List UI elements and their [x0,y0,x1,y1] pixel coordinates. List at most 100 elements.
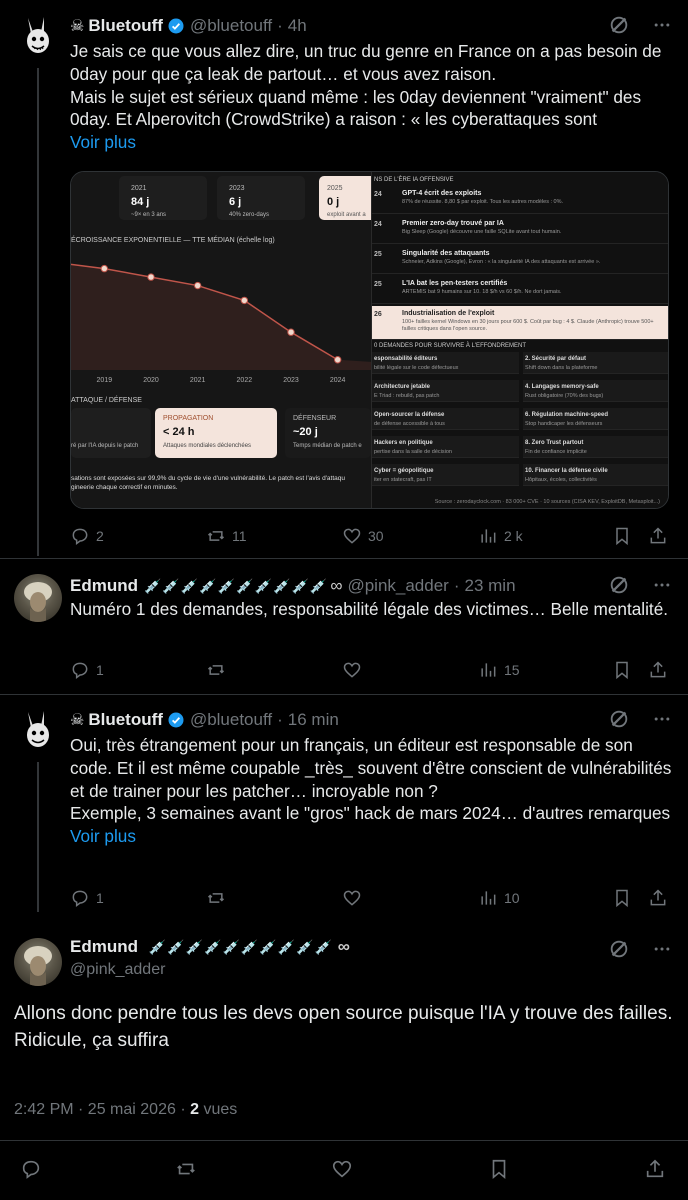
stat-value: 0 j [327,196,340,208]
thread-line [37,762,39,912]
more-options-icon[interactable] [652,15,672,35]
focus-meta: 2:42 PM · 25 mai 2026 · 2 vues [14,1101,237,1119]
views-button[interactable]: 15 [478,660,520,680]
reply-button[interactable]: 2 [70,526,104,546]
more-options-icon[interactable] [652,939,672,959]
share-button[interactable] [648,526,668,546]
defender-label: DÉFENSEUR [293,415,337,422]
reply-button[interactable] [20,1158,42,1180]
author-handle[interactable]: @bluetouff [190,16,272,36]
tweet-2[interactable]: Edmund 💉💉💉💉💉💉💉💉💉💉 ∞ @pink_adder · 23 min… [0,558,688,694]
stat-value: 6 j [229,196,242,208]
views-count: 10 [504,890,520,906]
demand-item: Cyber = géopolitique iter en statecraft, … [372,464,519,486]
thread-line [37,68,39,556]
grok-icon[interactable] [608,574,630,596]
demand-title: Hackers en politique [374,440,433,446]
author-handle[interactable]: @bluetouff [190,710,272,730]
focus-views-label: vues [199,1101,238,1118]
like-button[interactable] [342,660,362,680]
action-bar: 1 15 [70,658,672,682]
separator-dot: · [277,16,283,35]
avatar-edmund-focus[interactable] [14,938,62,986]
author-handle[interactable]: @pink_adder [347,576,448,596]
avatar-edmund[interactable] [14,574,62,622]
author-name[interactable]: Edmund [70,576,138,596]
share-button[interactable] [648,888,668,908]
demand-item: 2. Sécurité par défaut Shift down dans la… [523,352,668,374]
chart-point [193,281,202,290]
action-bar: 1 10 [70,886,672,910]
image-right-panel: NS DE L'ÈRE IA OFFENSIVE 24 GPT-4 écrit d… [371,172,668,508]
like-button[interactable] [342,888,362,908]
avatar-bluetouff[interactable] [14,14,62,62]
demand-sub: iter en statecraft, pas IT [374,477,432,483]
reply-button[interactable]: 1 [70,888,104,908]
syringe-emojis-icon: 💉💉💉💉💉💉💉💉💉💉 [148,939,334,955]
propagation-value: < 24 h [163,426,195,438]
repost-button[interactable] [206,888,226,908]
demand-sub: de défense accessible à tous [374,421,445,427]
stat-card-2025: 2025 0 j exploit avant a [319,176,379,220]
demand-sub: Fin de confiance implicite [525,449,587,455]
timeline-title: L'IA bat les pen-testers certifiés [402,280,508,287]
focus-header-actions [608,938,672,960]
author-name[interactable]: Bluetouff [88,16,163,36]
grok-icon[interactable] [608,708,630,730]
repost-count: 11 [232,528,247,544]
timeline-item: 25 Singularité des attaquants Schneier, Ad… [372,246,668,274]
attack-card: ré par l'IA depuis le patch [71,408,151,458]
demand-sub: Hôpitaux, écoles, collectivités [525,477,597,483]
author-name[interactable]: Bluetouff [88,710,163,730]
like-count: 30 [368,528,384,544]
views-button[interactable]: 10 [478,888,520,908]
share-button[interactable] [648,660,668,680]
chart-title: ÉCROISSANCE EXPONENTIELLE — TTE MÉDIAN (… [71,237,275,244]
syringe-emojis-icon: 💉💉💉💉💉💉💉💉💉💉 [144,577,329,594]
like-button[interactable] [331,1158,353,1180]
views-count: 15 [504,662,520,678]
timestamp[interactable]: 4h [288,16,307,36]
bookmark-button[interactable] [612,888,632,908]
timestamp[interactable]: 23 min [465,576,516,596]
grok-icon[interactable] [608,938,630,960]
bookmark-button[interactable] [612,660,632,680]
infinity-icon: ∞ [337,937,350,956]
timestamp[interactable]: 16 min [288,710,339,730]
grok-icon[interactable] [608,14,630,36]
focus-author-name[interactable]: Edmund 💉💉💉💉💉💉💉💉💉💉 ∞ [70,937,350,957]
author-name[interactable]: Edmund [70,937,138,956]
focus-author-handle[interactable]: @pink_adder [70,961,165,979]
avatar-bluetouff[interactable] [14,708,62,756]
tweet-3[interactable]: ☠ Bluetouff @bluetouff · 16 min Oui, trè… [0,694,688,924]
share-icon [646,1159,664,1178]
timeline-year: 24 [374,191,382,198]
demand-title: 2. Sécurité par défaut [525,356,587,362]
views-button[interactable]: 2 k [478,526,523,546]
bookmark-icon [616,527,628,546]
tweet-1[interactable]: ☠ Bluetouff @bluetouff · 4h Je sais ce q… [0,0,688,560]
show-more-link[interactable]: Voir plus [70,131,674,154]
demand-sub: Stop handicaper les défenseurs [525,421,603,427]
tweet-image[interactable]: 2021 84 j ~9× en 3 ans 2023 6 j 40% zero… [70,171,669,509]
repost-icon [207,531,225,541]
repost-button[interactable] [206,660,226,680]
timeline-item: 24 GPT-4 écrit des exploits 87% de réussit… [372,186,668,214]
show-more-link[interactable]: Voir plus [70,825,674,848]
bookmark-button[interactable] [612,526,632,546]
reply-button[interactable]: 1 [70,660,104,680]
timeline-sub: Big Sleep (Google) découvre une faille S… [402,229,562,235]
focus-datetime[interactable]: 2:42 PM · 25 mai 2026 · [14,1101,190,1118]
more-options-icon[interactable] [652,709,672,729]
share-icon [650,889,666,906]
bookmark-icon [616,889,628,908]
share-button[interactable] [644,1158,666,1180]
like-button[interactable]: 30 [342,526,384,546]
bookmark-button[interactable] [488,1158,510,1180]
more-options-icon[interactable] [652,575,672,595]
source-note: Source : zerodayclock.com · 83 000+ CVE … [434,499,660,505]
repost-button[interactable] [175,1158,197,1180]
action-bar: 2 11 30 2 k [70,524,672,548]
repost-button[interactable]: 11 [206,526,247,546]
demand-item: Open-sourcer la défense de défense access… [372,408,519,430]
